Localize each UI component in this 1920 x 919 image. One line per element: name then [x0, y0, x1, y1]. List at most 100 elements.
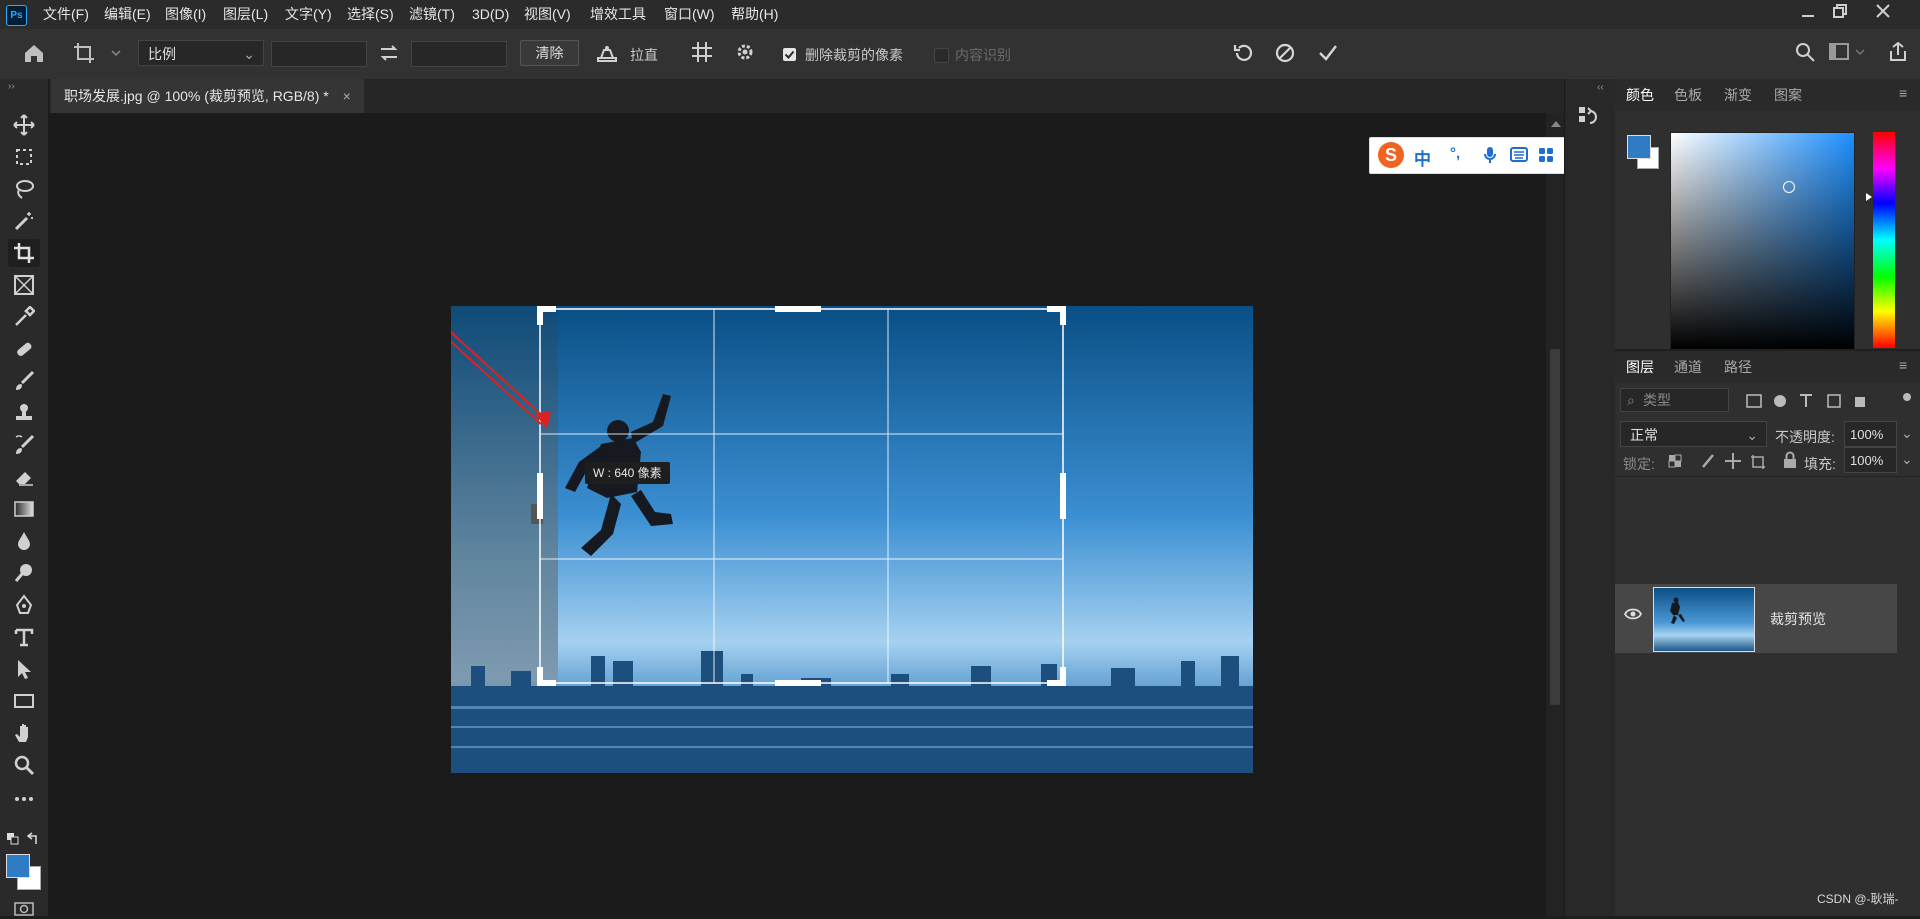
more-tools-icon[interactable] [8, 785, 40, 813]
close-icon[interactable] [1865, 3, 1901, 25]
ratio-select[interactable]: 比例 ⌄ [138, 40, 264, 66]
menu-image[interactable]: 图像(I) [165, 0, 206, 29]
lock-all-icon[interactable] [1783, 451, 1797, 472]
pen-tool-icon[interactable] [8, 591, 40, 619]
color-picker-cursor[interactable] [1783, 181, 1795, 193]
restore-icon[interactable] [1822, 3, 1858, 25]
blend-mode-select[interactable]: 正常 ⌄ [1620, 421, 1767, 447]
color-picker-field[interactable] [1670, 132, 1855, 350]
eraser-tool-icon[interactable] [8, 463, 40, 491]
document-tab[interactable]: 职场发展.jpg @ 100% (裁剪预览, RGB/8) * × [51, 79, 364, 113]
tab-channels[interactable]: 通道 [1674, 351, 1702, 383]
move-tool-icon[interactable] [8, 111, 40, 139]
ime-toolbar[interactable]: S 中 °, [1369, 137, 1566, 174]
path-select-tool-icon[interactable] [8, 655, 40, 683]
expand-panels-icon[interactable]: ‹‹ [1597, 82, 1604, 93]
menu-view[interactable]: 视图(V) [524, 0, 571, 29]
blur-tool-icon[interactable] [8, 527, 40, 555]
commit-check-icon[interactable] [1314, 41, 1342, 67]
hue-slider-handle[interactable] [1866, 193, 1872, 201]
brush-tool-icon[interactable] [8, 367, 40, 395]
opacity-chevron-icon[interactable]: ⌄ [1901, 425, 1913, 442]
hue-slider[interactable] [1873, 132, 1895, 348]
menu-select[interactable]: 选择(S) [347, 0, 394, 29]
tab-swatches[interactable]: 色板 [1674, 79, 1702, 111]
panel-menu-icon[interactable]: ≡ [1899, 85, 1907, 101]
magic-wand-tool-icon[interactable] [8, 207, 40, 235]
tab-gradients[interactable]: 渐变 [1724, 79, 1752, 111]
gear-icon[interactable] [731, 41, 759, 67]
history-panel-icon[interactable] [1577, 105, 1601, 131]
foreground-color-swatch[interactable] [6, 854, 30, 878]
lock-icons[interactable] [1667, 451, 1777, 471]
canvas-area[interactable]: W : 640 像素 [49, 113, 1564, 916]
minimize-icon[interactable] [1790, 3, 1826, 25]
content-aware-checkbox[interactable] [934, 48, 949, 63]
close-tab-icon[interactable]: × [343, 88, 351, 104]
menu-window[interactable]: 窗口(W) [664, 0, 715, 29]
zoom-tool-icon[interactable] [8, 751, 40, 779]
microphone-icon[interactable] [1482, 146, 1498, 167]
marquee-tool-icon[interactable] [8, 143, 40, 171]
delete-cropped-checkbox[interactable] [783, 48, 796, 61]
crop-tool-icon[interactable] [8, 239, 40, 267]
layer-filter-select[interactable]: ⌕ 类型 [1620, 388, 1729, 412]
default-colors-icon[interactable] [6, 832, 20, 846]
ime-mode-label[interactable]: 中 [1414, 145, 1431, 170]
tab-paths[interactable]: 路径 [1724, 351, 1752, 383]
quick-mask-icon[interactable] [14, 902, 34, 916]
tab-layers[interactable]: 图层 [1626, 351, 1654, 383]
healing-brush-tool-icon[interactable] [8, 335, 40, 363]
tab-patterns[interactable]: 图案 [1774, 79, 1802, 111]
menu-edit[interactable]: 编辑(E) [104, 0, 151, 29]
frame-tool-icon[interactable] [8, 271, 40, 299]
clone-stamp-tool-icon[interactable] [8, 399, 40, 427]
scroll-thumb[interactable] [1550, 349, 1560, 705]
layer-row[interactable]: 裁剪预览 [1615, 584, 1897, 653]
search-icon[interactable] [1792, 41, 1818, 67]
menu-3d[interactable]: 3D(D) [472, 0, 509, 29]
swap-icon[interactable] [376, 42, 402, 66]
menu-type[interactable]: 文字(Y) [285, 0, 332, 29]
layers-panel-menu-icon[interactable]: ≡ [1899, 357, 1907, 373]
crop-preset-icon[interactable] [72, 41, 122, 67]
menu-file[interactable]: 文件(F) [43, 0, 89, 29]
straighten-icon[interactable] [594, 42, 620, 66]
opacity-input[interactable]: 100% [1844, 421, 1897, 447]
ratio-height-input[interactable] [411, 41, 507, 67]
gradient-tool-icon[interactable] [8, 495, 40, 523]
panel-foreground-swatch[interactable] [1627, 135, 1651, 159]
menu-help[interactable]: 帮助(H) [731, 0, 778, 29]
visibility-eye-icon[interactable] [1623, 607, 1643, 624]
layer-name[interactable]: 裁剪预览 [1770, 609, 1826, 629]
vertical-scrollbar[interactable] [1546, 113, 1564, 916]
scroll-up-icon[interactable] [1551, 121, 1561, 127]
ratio-width-input[interactable] [271, 41, 367, 67]
menu-filter[interactable]: 滤镜(T) [409, 0, 455, 29]
home-icon[interactable] [20, 41, 48, 67]
fill-chevron-icon[interactable]: ⌄ [1901, 451, 1913, 468]
swap-colors-icon[interactable] [26, 832, 40, 846]
rectangle-tool-icon[interactable] [8, 687, 40, 715]
straighten-label[interactable]: 拉直 [630, 45, 658, 65]
hand-tool-icon[interactable] [8, 719, 40, 747]
menu-layer[interactable]: 图层(L) [223, 0, 268, 29]
fill-input[interactable]: 100% [1844, 447, 1897, 473]
workspace-icon[interactable] [1828, 41, 1868, 67]
ime-menu-icon[interactable] [1538, 147, 1554, 166]
crop-preview-image[interactable] [451, 306, 1253, 773]
dodge-tool-icon[interactable] [8, 559, 40, 587]
grid-overlay-icon[interactable] [688, 41, 716, 67]
cancel-icon[interactable] [1271, 41, 1299, 67]
ime-punct-label[interactable]: °, [1450, 145, 1460, 162]
type-tool-icon[interactable] [8, 623, 40, 651]
history-brush-tool-icon[interactable] [8, 431, 40, 459]
collapse-toolbar-icon[interactable]: ›› [8, 81, 15, 92]
reset-icon[interactable] [1230, 41, 1258, 67]
eyedropper-tool-icon[interactable] [8, 303, 40, 331]
lasso-tool-icon[interactable] [8, 175, 40, 203]
menu-plugins[interactable]: 增效工具 [590, 0, 646, 29]
tab-color[interactable]: 颜色 [1626, 79, 1654, 111]
share-icon[interactable] [1885, 41, 1911, 67]
keyboard-icon[interactable] [1510, 147, 1528, 165]
